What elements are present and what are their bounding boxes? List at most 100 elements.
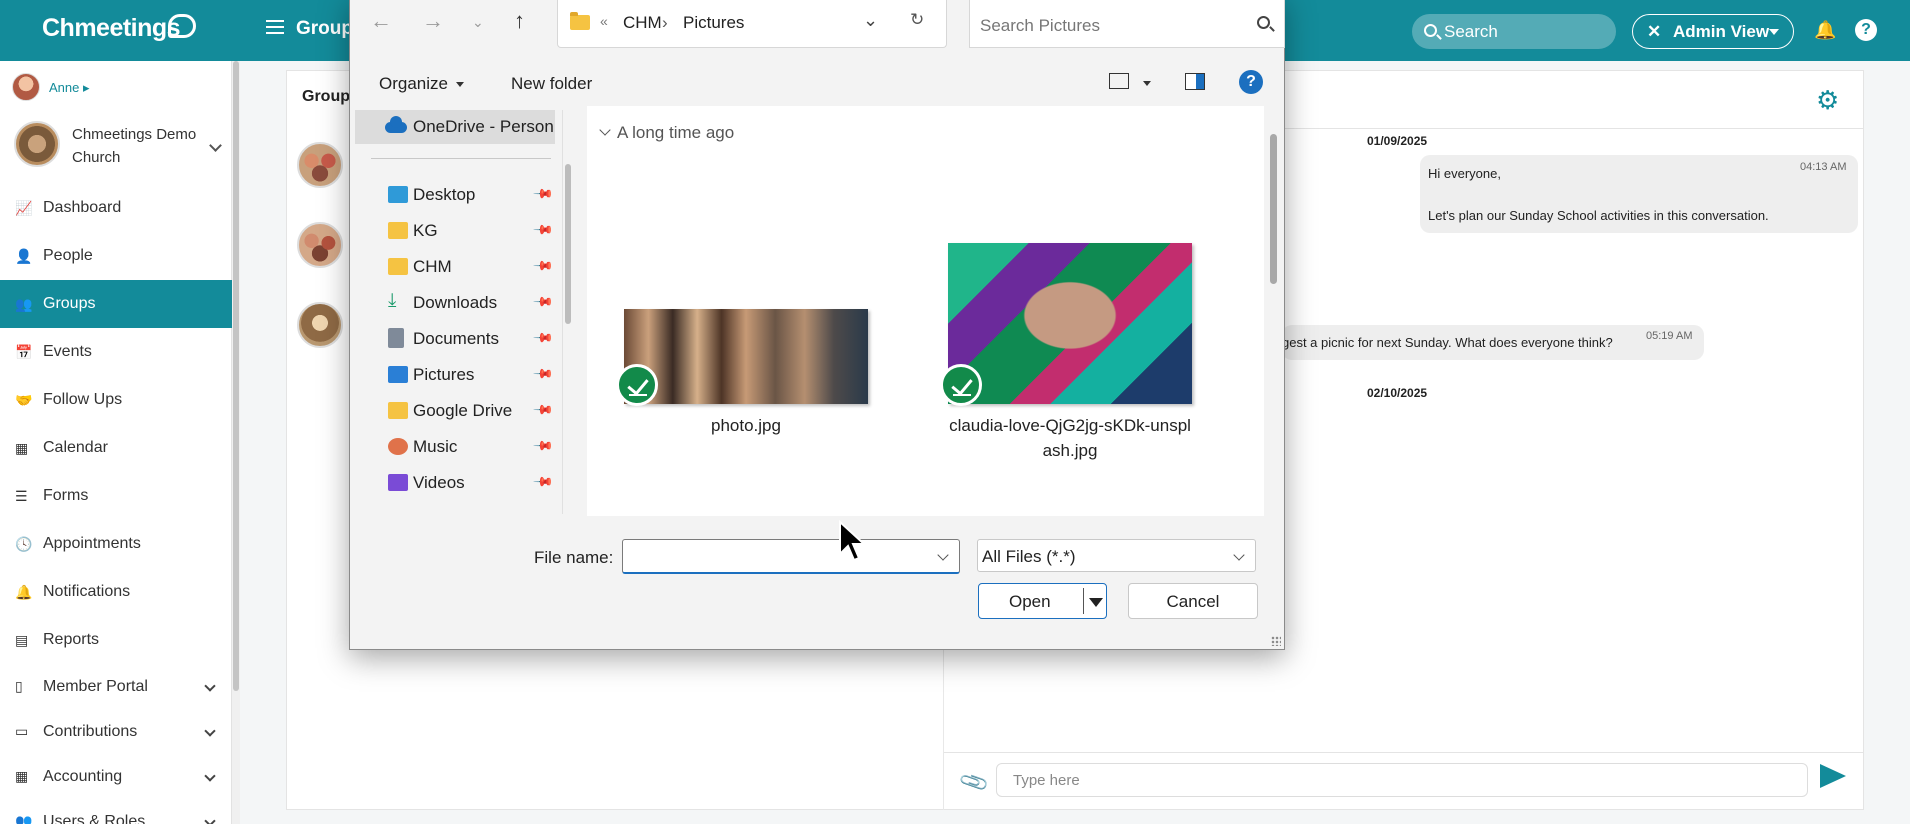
file-list-scrollbar[interactable] bbox=[1267, 106, 1279, 516]
chat-bubble-logo-icon bbox=[168, 14, 196, 38]
nav-item-downloads[interactable]: ⤓ Downloads 📌 bbox=[355, 286, 555, 320]
refresh-icon[interactable]: ↻ bbox=[910, 10, 924, 30]
sidebar-item-label: Groups bbox=[43, 295, 96, 312]
file-thumbnail[interactable] bbox=[948, 243, 1192, 404]
sidebar-item-dashboard[interactable]: 📈 Dashboard bbox=[0, 184, 232, 232]
view-options-icon[interactable] bbox=[1109, 73, 1129, 89]
sidebar-item-groups[interactable]: 👥 Groups bbox=[0, 280, 232, 328]
bell-icon[interactable]: 🔔 bbox=[1814, 20, 1836, 41]
scrollbar-thumb[interactable] bbox=[233, 61, 239, 691]
sidebar-item-accounting[interactable]: ▦ Accounting bbox=[0, 754, 232, 799]
open-options-caret-icon[interactable] bbox=[1089, 598, 1103, 607]
breadcrumb-prefix: « bbox=[600, 13, 608, 29]
church-name: Chmeetings Demo Church bbox=[72, 126, 197, 166]
sidebar-item-people[interactable]: 👤 People bbox=[0, 232, 232, 280]
file-thumbnail[interactable] bbox=[624, 309, 868, 404]
user-name[interactable]: Anne ▸ bbox=[49, 80, 90, 96]
send-icon[interactable] bbox=[1820, 764, 1846, 788]
organize-button[interactable]: Organize bbox=[379, 74, 464, 94]
nav-item-label: KG bbox=[413, 221, 438, 240]
hamburger-menu-icon[interactable] bbox=[266, 20, 284, 34]
sync-check-icon bbox=[616, 364, 658, 406]
new-folder-button[interactable]: New folder bbox=[511, 74, 592, 94]
sidebar-item-reports[interactable]: ▤ Reports bbox=[0, 616, 232, 664]
scrollbar-thumb[interactable] bbox=[1270, 134, 1277, 284]
nav-item-videos[interactable]: Videos 📌 bbox=[355, 466, 555, 500]
chevron-down-icon bbox=[204, 815, 216, 824]
grid-icon: ▦ bbox=[15, 768, 29, 784]
pin-icon: 📌 bbox=[532, 218, 555, 241]
sidebar-item-label: Reports bbox=[43, 631, 100, 648]
tools-icon: ✕ bbox=[1647, 22, 1662, 41]
caret-down-icon[interactable] bbox=[1143, 81, 1151, 86]
help-icon[interactable]: ? bbox=[1855, 19, 1877, 41]
divider bbox=[371, 158, 551, 159]
admin-view-button[interactable]: ✕ Admin View bbox=[1632, 14, 1794, 49]
sidebar-item-member-portal[interactable]: ▯ Member Portal bbox=[0, 664, 232, 709]
nav-item-documents[interactable]: Documents 📌 bbox=[355, 322, 555, 356]
nav-item-pictures[interactable]: Pictures 📌 bbox=[355, 358, 555, 392]
breadcrumb-separator-icon: › bbox=[662, 13, 668, 32]
open-button[interactable]: Open bbox=[978, 583, 1107, 619]
search-icon bbox=[1257, 16, 1270, 29]
sidebar-item-label: Forms bbox=[43, 487, 89, 504]
breadcrumb-chm[interactable]: CHM bbox=[623, 13, 662, 33]
users-cog-icon: 👥 bbox=[15, 813, 33, 824]
forward-arrow-icon[interactable]: → bbox=[422, 8, 444, 34]
cancel-button[interactable]: Cancel bbox=[1128, 583, 1258, 619]
sidebar-item-events[interactable]: 📅 Events bbox=[0, 328, 232, 376]
search-placeholder: Search Pictures bbox=[980, 16, 1100, 35]
nav-item-label: Videos bbox=[413, 473, 465, 492]
file-type-value: All Files (*.*) bbox=[982, 547, 1076, 566]
sidebar-scrollbar[interactable] bbox=[232, 61, 240, 824]
breadcrumb-pictures[interactable]: Pictures bbox=[683, 13, 744, 33]
nav-item-chm[interactable]: CHM 📌 bbox=[355, 250, 555, 284]
chevron-down-icon bbox=[1233, 549, 1245, 561]
church-selector[interactable]: Chmeetings Demo Church bbox=[14, 119, 224, 175]
chart-line-icon: 📈 bbox=[15, 199, 33, 216]
message-input[interactable]: Type here bbox=[996, 763, 1808, 797]
sidebar-item-users-roles[interactable]: 👥 Users & Roles bbox=[0, 799, 232, 824]
up-arrow-icon[interactable]: ↑ bbox=[514, 8, 525, 34]
sidebar-item-contributions[interactable]: ▭ Contributions bbox=[0, 709, 232, 754]
search-input[interactable]: Search Pictures bbox=[969, 0, 1285, 48]
admin-view-label: Admin View bbox=[1673, 22, 1770, 41]
app-logo[interactable]: Chmeetings bbox=[42, 14, 181, 43]
preview-pane-icon[interactable] bbox=[1185, 73, 1205, 90]
nav-item-onedrive[interactable]: OneDrive - Person bbox=[355, 110, 555, 144]
group-avatar[interactable] bbox=[297, 222, 343, 268]
help-icon[interactable]: ? bbox=[1239, 70, 1263, 94]
address-dropdown-icon[interactable]: ⌄ bbox=[863, 10, 878, 31]
calendar-grid-icon: ▦ bbox=[15, 439, 29, 456]
sidebar-item-calendar[interactable]: ▦ Calendar bbox=[0, 424, 232, 472]
nav-item-desktop[interactable]: Desktop 📌 bbox=[355, 178, 555, 212]
chevron-down-icon bbox=[204, 725, 216, 737]
back-arrow-icon[interactable]: ← bbox=[370, 8, 392, 34]
folder-icon bbox=[388, 222, 408, 239]
navigation-pane-scrollbar[interactable] bbox=[565, 164, 571, 324]
global-search[interactable]: Search bbox=[1412, 14, 1616, 49]
file-name[interactable]: photo.jpg bbox=[624, 413, 868, 438]
chevron-down-icon[interactable] bbox=[937, 549, 949, 561]
file-group-header[interactable]: A long time ago bbox=[599, 123, 734, 143]
recent-locations-chevron-icon[interactable]: ⌄ bbox=[472, 14, 484, 31]
chevron-down-icon bbox=[204, 680, 216, 692]
nav-item-kg[interactable]: KG 📌 bbox=[355, 214, 555, 248]
address-bar[interactable]: « CHM › Pictures ⌄ ↻ bbox=[557, 0, 947, 48]
file-name-input[interactable] bbox=[622, 539, 960, 574]
mouse-cursor-icon bbox=[839, 520, 867, 562]
nav-item-google-drive[interactable]: Google Drive 📌 bbox=[355, 394, 555, 428]
file-type-select[interactable]: All Files (*.*) bbox=[977, 539, 1256, 572]
file-name[interactable]: claudia-love-QjG2jg-sKDk-unspl ash.jpg bbox=[922, 413, 1218, 463]
message-bubble: Hi everyone, Let's plan our Sunday Schoo… bbox=[1420, 155, 1858, 233]
sidebar-item-forms[interactable]: ☰ Forms bbox=[0, 472, 232, 520]
group-avatar[interactable] bbox=[297, 302, 343, 348]
sidebar-item-label: Contributions bbox=[43, 722, 138, 740]
gear-icon[interactable]: ⚙ bbox=[1816, 85, 1839, 116]
nav-item-music[interactable]: Music 📌 bbox=[355, 430, 555, 464]
sidebar-item-notifications[interactable]: 🔔 Notifications bbox=[0, 568, 232, 616]
resize-grip-icon[interactable] bbox=[1271, 636, 1281, 646]
sidebar-item-follow-ups[interactable]: 🤝 Follow Ups bbox=[0, 376, 232, 424]
sidebar-item-appointments[interactable]: 🕓 Appointments bbox=[0, 520, 232, 568]
group-avatar[interactable] bbox=[297, 142, 343, 188]
